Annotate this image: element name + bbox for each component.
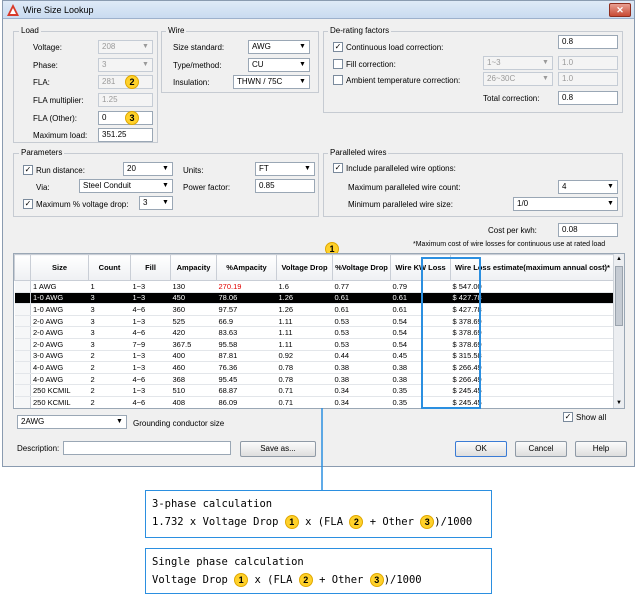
badge-3: 3 bbox=[369, 573, 384, 587]
formula-part: )/1000 bbox=[434, 516, 473, 528]
formula-part: )/1000 bbox=[383, 574, 422, 586]
formula-part: + Other bbox=[369, 516, 414, 528]
badge-2: 2 bbox=[349, 515, 364, 529]
formula-part: x (FLA bbox=[305, 516, 344, 528]
single-phase-callout: Single phase calculation Voltage Drop 1 … bbox=[145, 548, 492, 594]
single-phase-title: Single phase calculation bbox=[152, 556, 304, 568]
formula-part: 1.732 x Voltage Drop bbox=[152, 516, 279, 528]
formula-part: + Other bbox=[319, 574, 364, 586]
badge-3: 3 bbox=[420, 515, 435, 529]
three-phase-title: 3-phase calculation bbox=[152, 498, 273, 510]
badge-1: 1 bbox=[284, 515, 299, 529]
three-phase-formula: 1.732 x Voltage Drop 1 x (FLA 2 + Other … bbox=[152, 513, 485, 531]
formula-part: Voltage Drop bbox=[152, 574, 228, 586]
badge-1: 1 bbox=[234, 573, 249, 587]
single-phase-formula: Voltage Drop 1 x (FLA 2 + Other 3)/1000 bbox=[152, 571, 485, 589]
three-phase-callout: 3-phase calculation 1.732 x Voltage Drop… bbox=[145, 490, 492, 538]
formula-part: x (FLA bbox=[254, 574, 293, 586]
badge-2: 2 bbox=[298, 573, 313, 587]
